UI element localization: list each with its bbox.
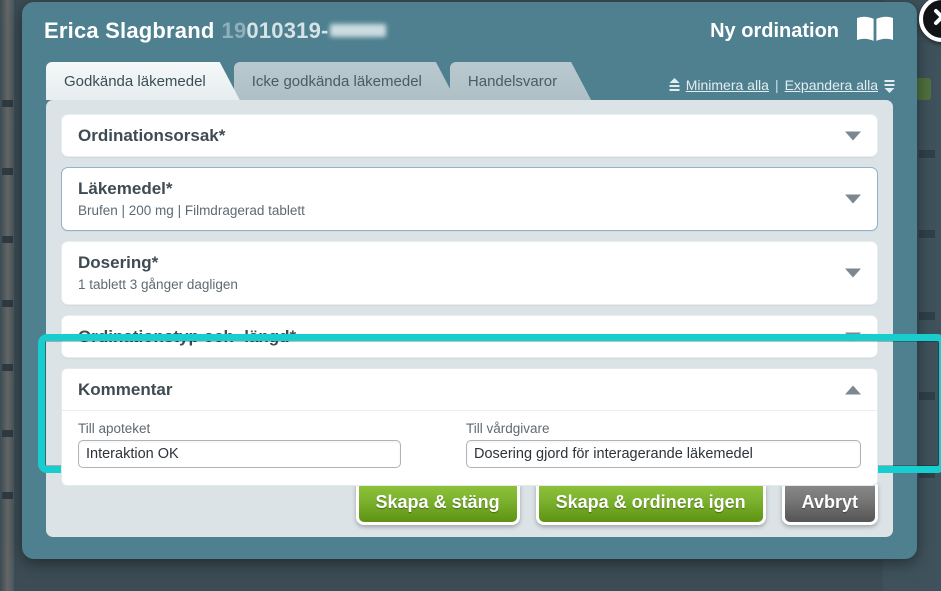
section-title: Dosering* (78, 253, 159, 272)
chevron-down-icon[interactable] (845, 194, 861, 204)
kommentar-header[interactable]: Kommentar (62, 369, 877, 411)
section-ordinationstyp-och-langd[interactable]: Ordinationstyp och -längd* (61, 315, 878, 358)
section-subtitle: 1 tablett 3 gånger dagligen (78, 277, 238, 292)
field-label: Till apoteket (78, 421, 151, 436)
collapse-all-icon (669, 77, 680, 93)
minimize-all-link[interactable]: Minimera alla (686, 77, 769, 93)
new-prescription-dialog: Erica Slagbrand 19010319- Ny ordination (22, 0, 941, 559)
chevron-down-icon[interactable] (845, 131, 861, 140)
background-tick (2, 492, 13, 499)
kommentar-body: Till apoteket Till vårdgivare (62, 411, 877, 485)
patient-identity: Erica Slagbrand 19010319- (44, 18, 386, 44)
book-icon[interactable] (855, 14, 895, 49)
expand-all-link[interactable]: Expandera alla (785, 77, 878, 93)
tab-label: Godkända läkemedel (64, 72, 206, 90)
tab-bar: Godkända läkemedel Icke godkända läkemed… (22, 60, 917, 100)
background-tick (2, 430, 13, 437)
field-label: Till vårdgivare (466, 421, 550, 436)
patient-id: 19010319- (222, 18, 386, 43)
section-ordinationsorsak[interactable]: Ordinationsorsak* (61, 114, 878, 157)
dialog-header: Erica Slagbrand 19010319- Ny ordination (22, 0, 941, 60)
section-subtitle: Brufen | 200 mg | Filmdragerad tablett (78, 203, 305, 218)
tab-handelsvaror[interactable]: Handelsvaror (450, 62, 591, 100)
background-left-rail (0, 0, 14, 591)
actions-separator: | (774, 77, 779, 93)
background-tick (919, 392, 935, 400)
background-tick (919, 470, 935, 478)
expand-all-icon (884, 78, 895, 93)
section-lakemedel[interactable]: Läkemedel* Brufen | 200 mg | Filmdragera… (61, 167, 878, 231)
close-icon (931, 6, 941, 33)
background-tick (2, 168, 13, 175)
accordion-controls: Minimera alla | Expandera alla (669, 77, 917, 100)
till-apoteket-input[interactable] (78, 440, 401, 468)
background-tick (2, 236, 13, 243)
tab-label: Handelsvaror (467, 72, 558, 90)
section-kommentar: Kommentar Till apoteket Till vårdgivare (61, 368, 878, 486)
tab-label: Icke godkända läkemedel (251, 72, 422, 90)
chevron-down-icon[interactable] (845, 268, 861, 278)
section-title: Ordinationsorsak* (78, 126, 226, 145)
section-dosering[interactable]: Dosering* 1 tablett 3 gånger dagligen (61, 241, 878, 305)
tab-icke-godkanda-lakemedel[interactable]: Icke godkända läkemedel (234, 62, 456, 100)
background-tick (919, 230, 935, 238)
chevron-down-icon[interactable] (845, 332, 861, 341)
section-title: Kommentar (78, 380, 173, 399)
field-till-vardgivare: Till vårdgivare (466, 421, 861, 468)
background-tick (2, 300, 13, 307)
dialog-header-right: Ny ordination (710, 14, 895, 49)
section-title: Ordinationstyp och -längd* (78, 327, 297, 346)
background-tick (2, 100, 13, 107)
background-tick (2, 364, 13, 371)
background-tick (919, 312, 935, 320)
section-title: Läkemedel* (78, 179, 173, 198)
patient-name: Erica Slagbrand (44, 18, 215, 43)
field-till-apoteket: Till apoteket (78, 421, 466, 468)
chevron-up-icon[interactable] (845, 385, 861, 394)
patient-id-redacted (329, 24, 386, 37)
tab-godkanda-lakemedel[interactable]: Godkända läkemedel (46, 62, 240, 100)
till-vardgivare-input[interactable] (466, 440, 861, 468)
dialog-title: Ny ordination (710, 19, 839, 42)
background-tick (919, 150, 935, 158)
prescription-form-panel: Ordinationsorsak* Läkemedel* Brufen | 20… (46, 100, 893, 537)
